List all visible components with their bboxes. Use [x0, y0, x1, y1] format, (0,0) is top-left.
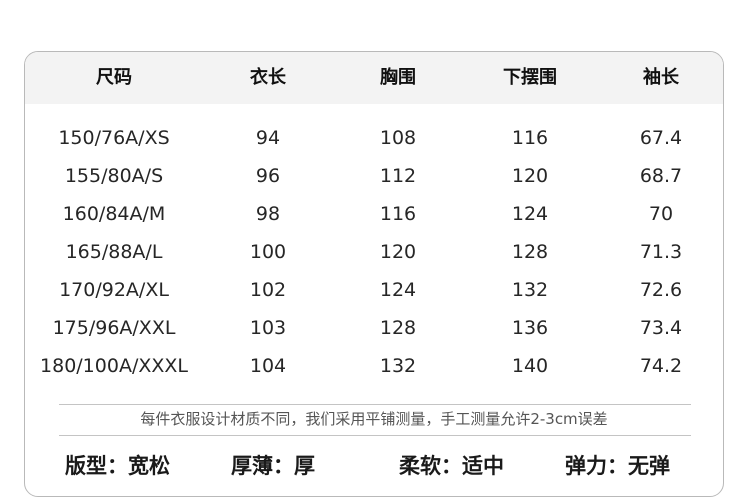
cell-length: 98 — [255, 203, 281, 225]
cell-length: 103 — [249, 317, 287, 339]
header-sleeve: 袖长 — [643, 67, 679, 88]
attribute-fit-label: 版型： — [65, 454, 128, 478]
measurement-note: 每件衣服设计材质不同，我们采用平铺测量，手工测量允许2-3cm误差 — [140, 410, 608, 428]
cell-sleeve: 71.3 — [639, 241, 683, 263]
cell-size: 165/88A/L — [65, 241, 163, 263]
table-row: 180/100A/XXXL 104 132 140 74.2 — [25, 347, 723, 385]
cell-sleeve: 70 — [648, 203, 674, 225]
attribute-softness: 柔软：适中 — [399, 446, 504, 486]
attribute-elasticity: 弹力：无弹 — [565, 446, 670, 486]
attribute-thickness: 厚薄：厚 — [231, 446, 315, 486]
table-row: 160/84A/M 98 116 124 70 — [25, 195, 723, 233]
header-length: 衣长 — [250, 67, 286, 88]
cell-size: 180/100A/XXXL — [40, 355, 188, 377]
cell-hem: 124 — [511, 203, 549, 225]
cell-hem: 128 — [511, 241, 549, 263]
table-row: 165/88A/L 100 120 128 71.3 — [25, 233, 723, 271]
cell-size: 175/96A/XXL — [52, 317, 176, 339]
cell-length: 100 — [249, 241, 287, 263]
cell-length: 104 — [249, 355, 287, 377]
cell-size: 150/76A/XS — [58, 127, 170, 149]
cell-size: 170/92A/XL — [59, 279, 169, 301]
cell-sleeve: 74.2 — [639, 355, 683, 377]
cell-sleeve: 67.4 — [639, 127, 683, 149]
cell-hem: 120 — [511, 165, 549, 187]
attribute-elasticity-value: 无弹 — [628, 454, 670, 478]
cell-chest: 112 — [379, 165, 417, 187]
attribute-softness-label: 柔软： — [399, 454, 462, 478]
header-size: 尺码 — [96, 67, 132, 88]
cell-hem: 116 — [511, 127, 549, 149]
cell-hem: 140 — [511, 355, 549, 377]
attribute-fit-value: 宽松 — [128, 454, 170, 478]
table-row: 155/80A/S 96 112 120 68.7 — [25, 157, 723, 195]
cell-size: 155/80A/S — [64, 165, 164, 187]
cell-sleeve: 73.4 — [639, 317, 683, 339]
table-header: 尺码 衣长 胸围 下摆围 袖长 — [25, 52, 723, 104]
attribute-elasticity-label: 弹力： — [565, 454, 628, 478]
attribute-softness-value: 适中 — [462, 454, 504, 478]
table-row: 150/76A/XS 94 108 116 67.4 — [25, 119, 723, 157]
header-chest: 胸围 — [380, 67, 416, 88]
cell-length: 94 — [255, 127, 281, 149]
cell-sleeve: 72.6 — [639, 279, 683, 301]
attribute-fit: 版型：宽松 — [65, 446, 170, 486]
cell-length: 102 — [249, 279, 287, 301]
cell-chest: 124 — [379, 279, 417, 301]
cell-length: 96 — [255, 165, 281, 187]
cell-chest: 120 — [379, 241, 417, 263]
cell-size: 160/84A/M — [62, 203, 166, 225]
cell-chest: 132 — [379, 355, 417, 377]
attribute-thickness-label: 厚薄： — [231, 454, 294, 478]
size-chart-card: 尺码 衣长 胸围 下摆围 袖长 150/76A/XS 94 108 116 67… — [24, 51, 724, 497]
cell-chest: 128 — [379, 317, 417, 339]
cell-chest: 116 — [379, 203, 417, 225]
cell-sleeve: 68.7 — [639, 165, 683, 187]
divider-bottom — [59, 435, 691, 436]
cell-hem: 136 — [511, 317, 549, 339]
cell-hem: 132 — [511, 279, 549, 301]
header-hem: 下摆围 — [503, 67, 557, 88]
attribute-thickness-value: 厚 — [294, 454, 315, 478]
table-row: 170/92A/XL 102 124 132 72.6 — [25, 271, 723, 309]
table-row: 175/96A/XXL 103 128 136 73.4 — [25, 309, 723, 347]
cell-chest: 108 — [379, 127, 417, 149]
